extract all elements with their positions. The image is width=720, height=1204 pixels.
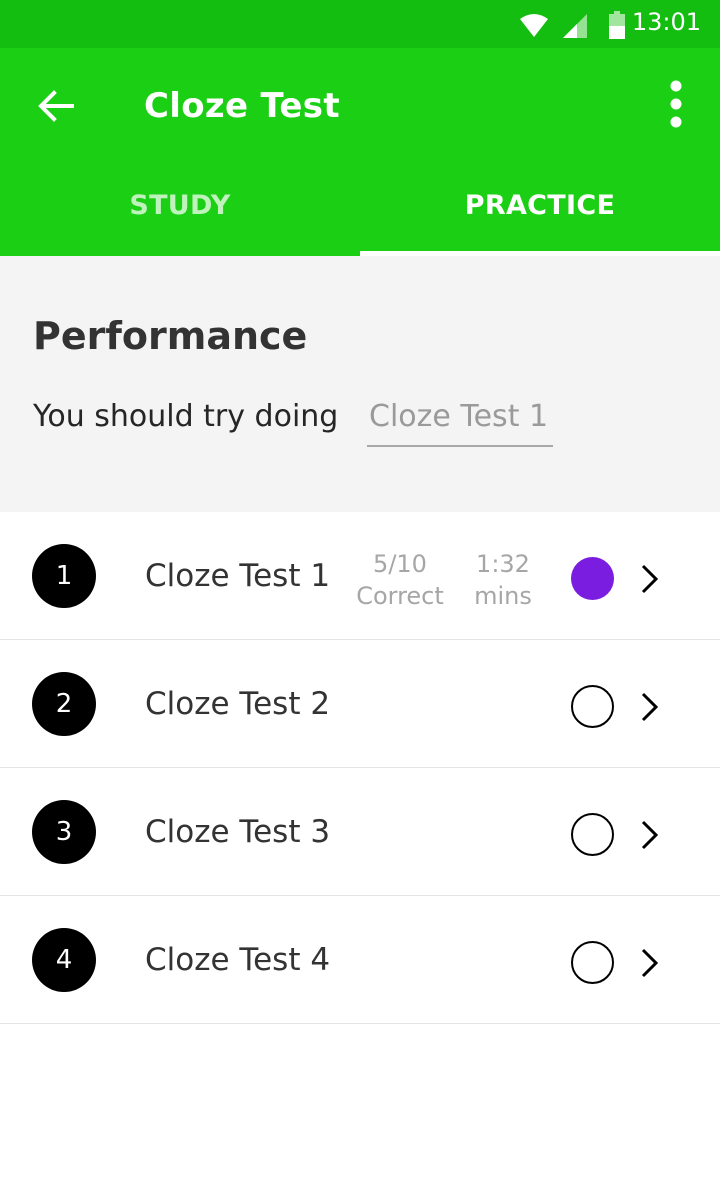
app-bar: Cloze Test STUDY PRACTICE [0, 48, 720, 256]
status-time: 13:01 [631, 8, 701, 36]
test-number-badge: 2 [32, 672, 96, 736]
tab-practice[interactable]: PRACTICE [360, 176, 720, 256]
test-number-badge: 3 [32, 800, 96, 864]
time-value: 1:32 [476, 550, 530, 578]
test-title: Cloze Test 4 [145, 942, 331, 978]
test-row-1[interactable]: 1 Cloze Test 1 5/10 Correct 1:32 mins [0, 512, 720, 640]
chevron-right-icon [641, 564, 659, 594]
test-row-4[interactable]: 4 Cloze Test 4 [0, 896, 720, 1024]
test-title: Cloze Test 2 [145, 686, 331, 722]
test-list: 1 Cloze Test 1 5/10 Correct 1:32 mins 2 … [0, 512, 720, 1024]
test-row-3[interactable]: 3 Cloze Test 3 [0, 768, 720, 896]
test-number-badge: 1 [32, 544, 96, 608]
test-time: 1:32 mins [463, 548, 543, 612]
incomplete-status-circle [571, 941, 614, 984]
performance-section: Performance You should try doing Cloze T… [0, 256, 720, 512]
test-number-badge: 4 [32, 928, 96, 992]
battery-icon [609, 11, 625, 39]
test-title: Cloze Test 3 [145, 814, 331, 850]
more-vert-icon[interactable] [658, 78, 694, 130]
wifi-icon [520, 14, 548, 37]
incomplete-status-circle [571, 685, 614, 728]
arrow-left-icon[interactable] [32, 82, 80, 130]
tab-study[interactable]: STUDY [0, 176, 360, 256]
status-bar: 13:01 [0, 0, 720, 48]
page-title: Cloze Test [144, 86, 340, 126]
suggested-test-value: Cloze Test 1 [369, 399, 549, 434]
test-title: Cloze Test 1 [145, 558, 331, 594]
incomplete-status-circle [571, 813, 614, 856]
chevron-right-icon [641, 820, 659, 850]
test-score: 5/10 Correct [352, 548, 448, 612]
score-value: 5/10 [373, 550, 427, 578]
performance-heading: Performance [33, 314, 308, 358]
cellular-signal-icon [563, 14, 587, 38]
test-row-2[interactable]: 2 Cloze Test 2 [0, 640, 720, 768]
suggested-test-dropdown[interactable]: Cloze Test 1 [367, 391, 553, 447]
completed-status-dot [571, 557, 614, 600]
chevron-right-icon [641, 948, 659, 978]
time-label: mins [474, 582, 532, 610]
chevron-right-icon [641, 692, 659, 722]
score-label: Correct [356, 582, 444, 610]
suggestion-prompt: You should try doing [33, 399, 339, 434]
